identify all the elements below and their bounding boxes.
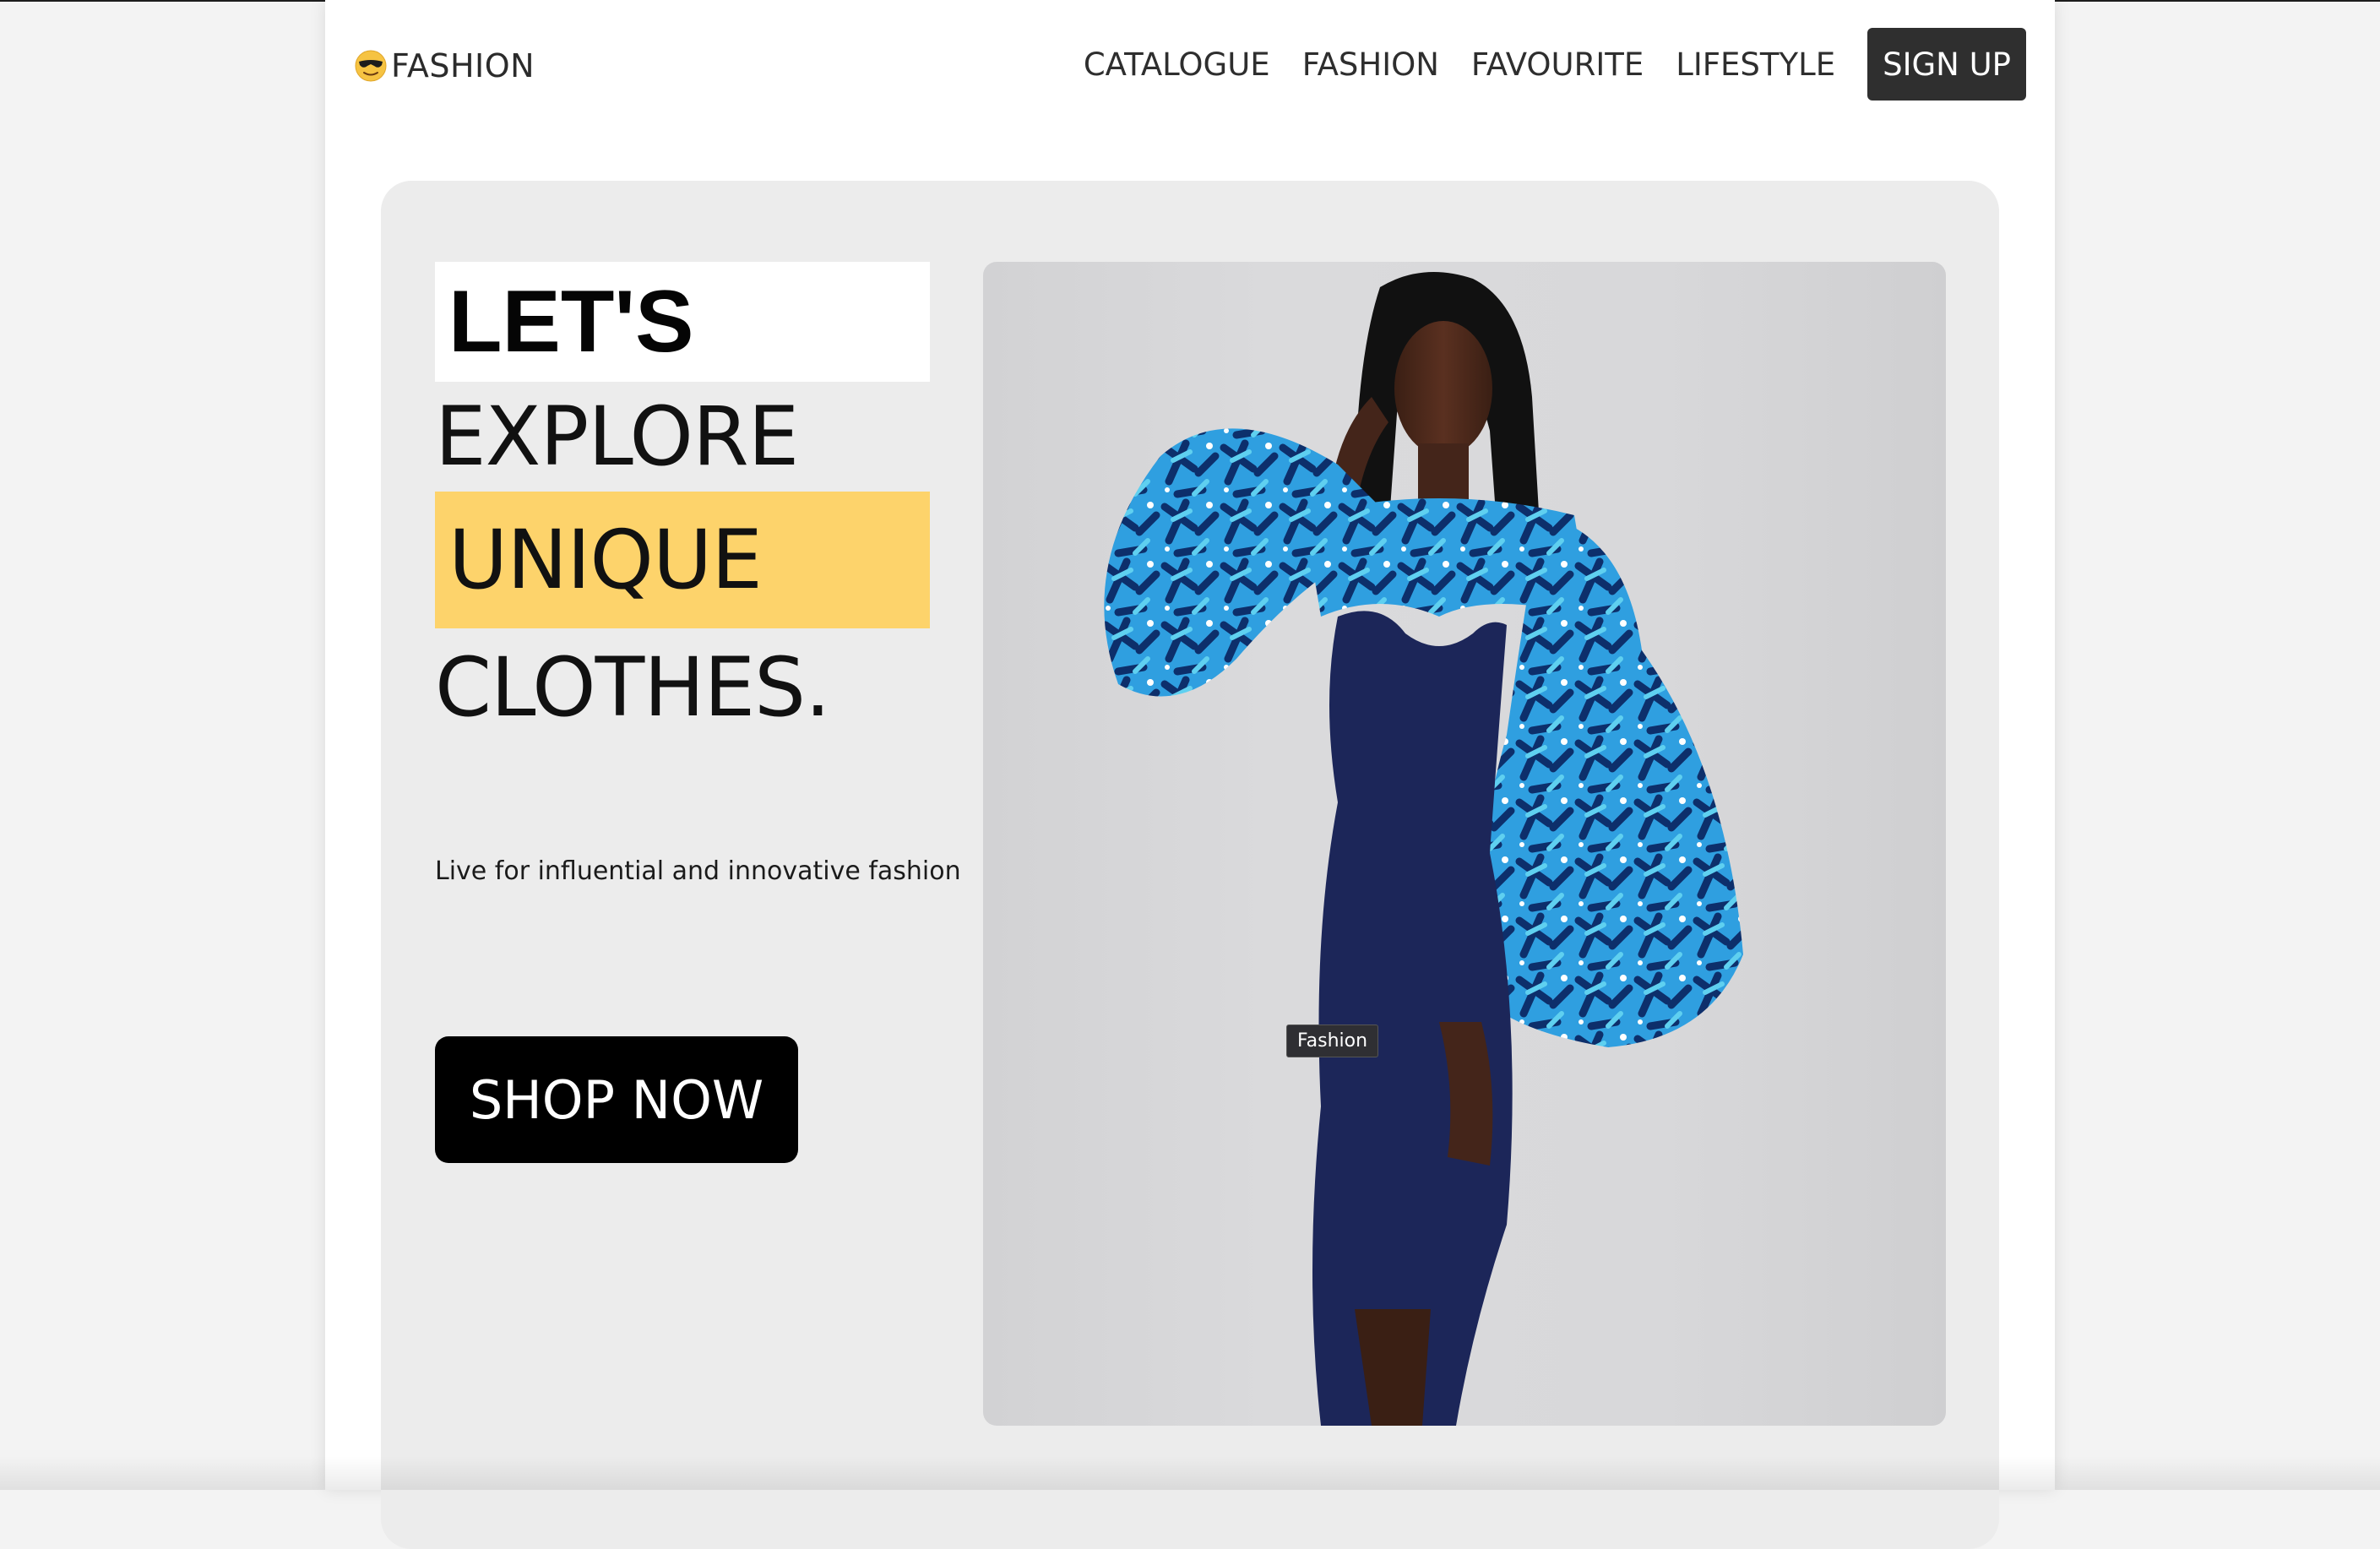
heading-line-clothes: CLOTHES. [435, 628, 930, 747]
hero-heading: LET'S EXPLORE UNIQUE CLOTHES. [435, 262, 930, 747]
hero-model-photo: Fashion [983, 262, 1946, 1426]
heading-line-lets: LET'S [435, 262, 930, 382]
model-illustration [983, 262, 1946, 1426]
nav-item-favourite[interactable]: FAVOURITE [1471, 46, 1644, 83]
nav-item-catalogue[interactable]: CATALOGUE [1084, 46, 1270, 83]
hero-tagline: Live for influential and innovative fash… [435, 856, 961, 886]
heading-line-explore: EXPLORE [435, 382, 930, 492]
hero-section: LET'S EXPLORE UNIQUE CLOTHES. Live for i… [381, 181, 1999, 1549]
main-nav: CATALOGUE FASHION FAVOURITE LIFESTYLE SI… [1084, 28, 2026, 101]
brand-name: FASHION [391, 47, 535, 84]
nav-item-fashion[interactable]: FASHION [1302, 46, 1439, 83]
sign-up-button[interactable]: SIGN UP [1867, 28, 2026, 101]
sunglasses-face-icon [354, 49, 388, 83]
page-container: FASHION CATALOGUE FASHION FAVOURITE LIFE… [325, 0, 2055, 1490]
shop-now-button[interactable]: SHOP NOW [435, 1036, 798, 1163]
image-tooltip: Fashion [1286, 1025, 1378, 1057]
brand-logo[interactable]: FASHION [354, 41, 535, 91]
nav-item-lifestyle[interactable]: LIFESTYLE [1676, 46, 1835, 83]
heading-line-unique: UNIQUE [435, 492, 930, 628]
